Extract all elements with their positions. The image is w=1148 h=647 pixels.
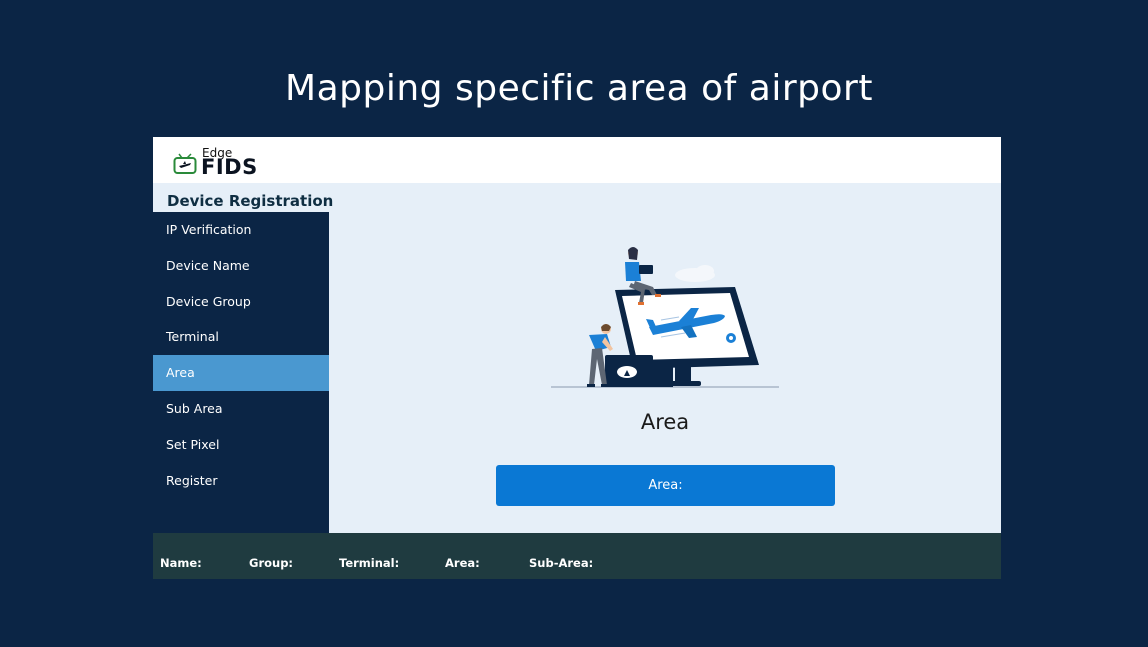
sidebar-item-label: IP Verification — [166, 222, 252, 237]
sidebar: IP Verification Device Name Device Group… — [153, 212, 329, 533]
sidebar-item-label: Device Name — [166, 258, 250, 273]
sidebar-item-terminal[interactable]: Terminal — [153, 319, 329, 355]
footer-group-label: Group: — [249, 556, 294, 570]
sidebar-item-label: Set Pixel — [166, 437, 220, 452]
footer-name-label: Name: — [160, 556, 202, 570]
logo-main-text: FIDS — [201, 155, 258, 179]
sidebar-item-area[interactable]: Area — [153, 355, 329, 391]
sidebar-item-label: Register — [166, 473, 218, 488]
sidebar-item-label: Sub Area — [166, 401, 223, 416]
footer-terminal-label: Terminal: — [339, 556, 400, 570]
plane-tv-logo-icon — [173, 153, 197, 174]
sidebar-item-label: Area — [166, 365, 195, 380]
sidebar-item-label: Device Group — [166, 294, 251, 309]
sidebar-item-ip-verification[interactable]: IP Verification — [153, 212, 329, 248]
footer-sub-area-label: Sub-Area: — [529, 556, 594, 570]
footer-area-label: Area: — [445, 556, 480, 570]
sidebar-item-sub-area[interactable]: Sub Area — [153, 391, 329, 427]
airport-illustration — [551, 247, 779, 388]
summary-footer: Name: Group: Terminal: Area: Sub-Area: — [153, 533, 1001, 579]
section-title: Device Registration — [167, 192, 334, 210]
sidebar-item-register[interactable]: Register — [153, 463, 329, 499]
sidebar-item-device-name[interactable]: Device Name — [153, 248, 329, 284]
slide-title: Mapping specific area of airport — [285, 68, 873, 109]
sidebar-item-set-pixel[interactable]: Set Pixel — [153, 427, 329, 463]
step-title: Area — [640, 410, 690, 434]
area-select-button[interactable]: Area: — [496, 465, 835, 506]
app-header: Edge FIDS — [153, 137, 1001, 183]
sidebar-item-label: Terminal — [166, 329, 219, 344]
sidebar-item-device-group[interactable]: Device Group — [153, 284, 329, 320]
app-window: Edge FIDS Device Registration IP Verific… — [153, 137, 1001, 579]
app-logo[interactable]: Edge FIDS — [173, 145, 283, 179]
